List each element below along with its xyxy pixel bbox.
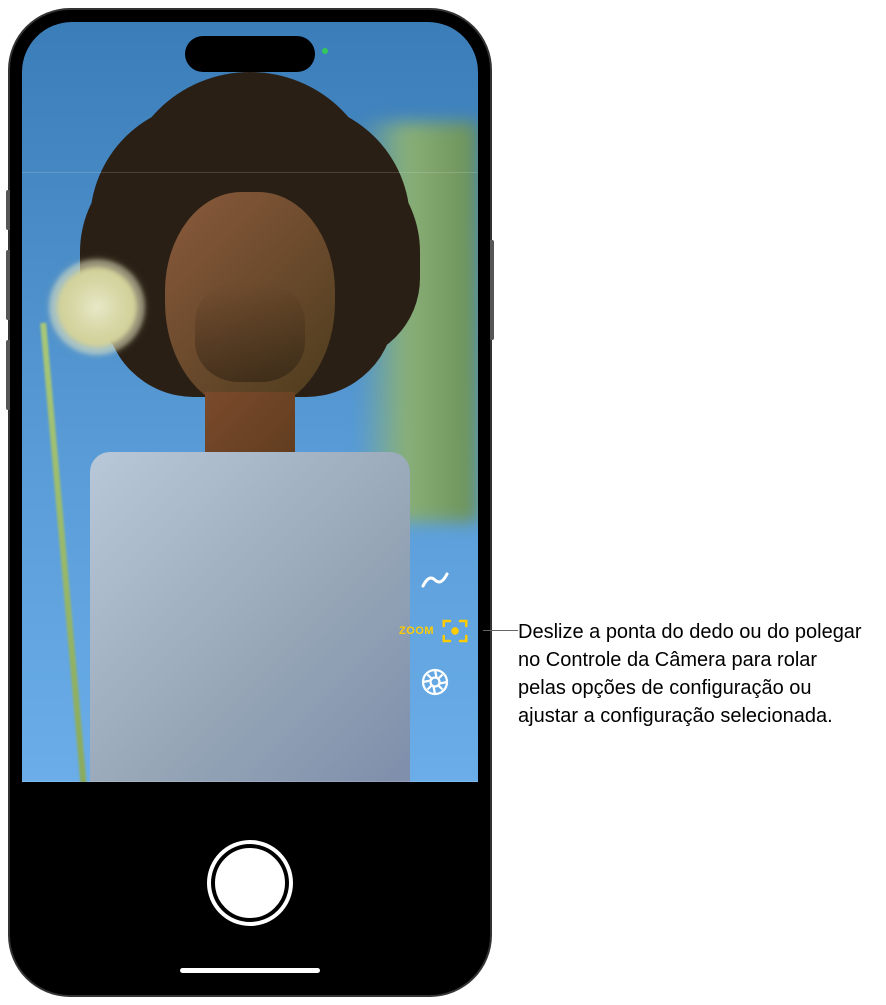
subject-face bbox=[165, 192, 335, 412]
mute-switch[interactable] bbox=[6, 190, 10, 230]
subject-person bbox=[100, 72, 400, 772]
camera-bottom-bar bbox=[22, 783, 478, 983]
photographic-styles-icon[interactable] bbox=[417, 664, 453, 700]
camera-control-overlay: ZOOM bbox=[399, 562, 470, 700]
foreground-flower-stem bbox=[40, 323, 90, 782]
zoom-control-row[interactable]: ZOOM bbox=[399, 616, 470, 646]
callout-text: Deslize a ponta do dedo ou do polegar no… bbox=[518, 618, 868, 730]
zoom-label: ZOOM bbox=[399, 625, 434, 637]
callout-leader-line bbox=[483, 630, 518, 631]
shutter-button[interactable] bbox=[211, 844, 289, 922]
exposure-control-icon[interactable] bbox=[417, 562, 453, 598]
left-side-buttons bbox=[6, 190, 10, 430]
focus-frame-icon bbox=[440, 616, 470, 646]
help-callout: Deslize a ponta do dedo ou do polegar no… bbox=[518, 618, 868, 730]
power-button[interactable] bbox=[490, 240, 494, 340]
volume-up-button[interactable] bbox=[6, 250, 10, 320]
home-indicator[interactable] bbox=[180, 968, 320, 973]
camera-active-indicator bbox=[322, 48, 328, 54]
iphone-device-frame: ZOOM bbox=[10, 10, 490, 995]
right-side-buttons bbox=[490, 240, 494, 340]
dynamic-island bbox=[185, 36, 315, 72]
foreground-flower bbox=[42, 252, 152, 362]
subject-shirt bbox=[90, 452, 410, 782]
volume-down-button[interactable] bbox=[6, 340, 10, 410]
iphone-screen: ZOOM bbox=[22, 22, 478, 983]
